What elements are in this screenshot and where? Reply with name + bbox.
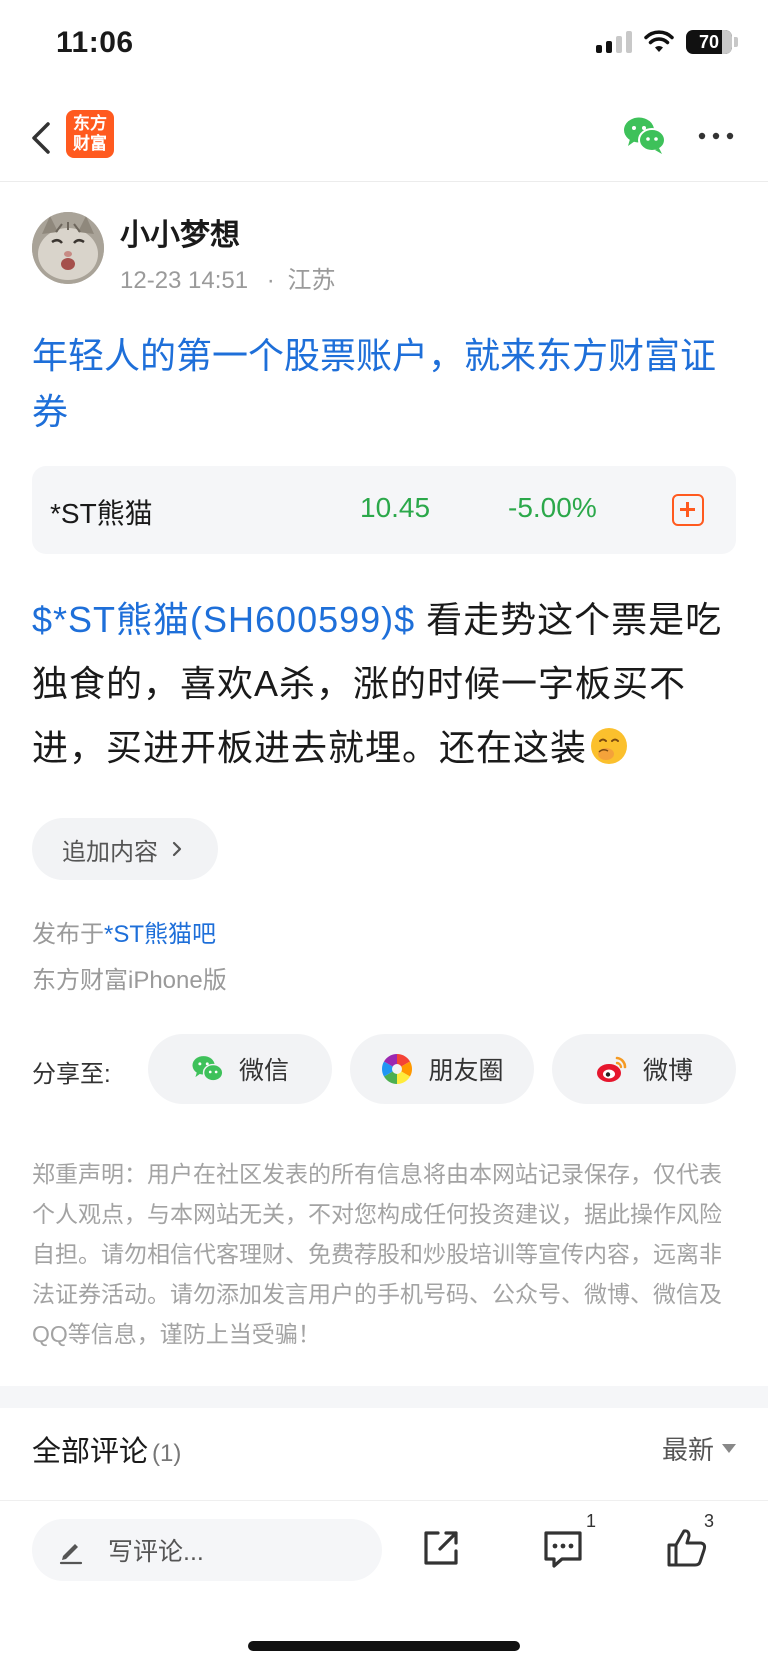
add-watchlist-icon[interactable] [672,494,704,526]
meta-separator: · [266,267,275,294]
stock-price: 10.45 [360,492,431,523]
append-content-button[interactable]: 追加内容 [32,818,218,880]
share-moments-button[interactable]: 朋友圈 [350,1034,534,1104]
disclaimer: 郑重声明：用户在社区发表的所有信息将由本网站记录保存，仅代表个人观点，与本网站无… [32,1161,722,1347]
home-indicator [248,1641,520,1651]
client-info: 东方财富iPhone版 [32,967,227,994]
share-button[interactable] [418,1525,464,1571]
wechat-icon [192,1056,224,1082]
share-weibo-label: 微博 [642,1057,693,1085]
append-content-label: 追加内容 [62,838,158,866]
comments-header: 全部评论 (1) [32,1428,181,1470]
comment-placeholder: 写评论... [108,1538,204,1566]
share-wechat-label: 微信 [238,1057,289,1085]
avatar[interactable] [32,212,104,284]
back-arrow-icon[interactable] [24,116,64,160]
wifi-icon [644,30,674,52]
comment-input[interactable]: 写评论... [32,1519,382,1581]
status-time: 11:06 [56,26,134,59]
share-external-icon [424,1531,458,1565]
share-label: 分享至: [32,1061,111,1088]
published-in: 发布于*ST熊猫吧 [32,914,216,949]
cat-avatar-image [32,212,104,284]
pencil-icon [59,1544,83,1565]
sort-label: 最新 [661,1435,714,1465]
stock-name: *ST熊猫 [50,498,153,529]
post-title[interactable]: 年轻人的第一个股票账户，就来东方财富证券 [32,328,742,440]
author-name[interactable]: 小小梦想 [120,210,240,254]
wechat-icon[interactable] [622,114,668,156]
post-meta: 12-23 14:51 · 江苏 [120,260,335,295]
comments-title: 全部评论 [32,1436,149,1468]
section-divider [0,1386,768,1408]
comment-count-badge: 1 [586,1511,597,1531]
caret-down-icon [722,1444,736,1453]
logo-line-2: 财富 [73,134,107,153]
share-weibo-button[interactable]: 微博 [552,1034,736,1104]
logo-line-1: 东方 [73,114,107,133]
share-wechat-button[interactable]: 微信 [148,1034,332,1104]
comment-button[interactable] [540,1525,586,1571]
post-body: $*ST熊猫(SH600599)$ 看走势这个票是吃独食的，喜欢A杀，涨的时候一… [32,588,744,780]
smirk-emoji-icon [591,728,628,764]
weibo-icon [596,1056,627,1082]
battery-tip [734,37,738,47]
bottom-action-bar: 写评论... 1 3 [0,1500,768,1663]
stock-mention-link[interactable]: $*ST熊猫(SH600599)$ [32,599,415,640]
battery-level: 70 [698,31,720,52]
nav-bar: 东方 财富 [0,96,768,182]
more-icon[interactable] [696,126,736,146]
chevron-right-icon [172,841,182,857]
comments-count: (1) [152,1440,182,1467]
like-count-badge: 3 [704,1511,715,1531]
cellular-signal-icon [596,31,632,53]
stock-bar-link[interactable]: *ST熊猫吧 [104,921,216,948]
share-moments-label: 朋友圈 [428,1057,504,1085]
post-location: 江苏 [287,267,336,294]
stock-change: -5.00% [508,492,597,523]
battery-icon: 70 [686,30,732,54]
sort-dropdown[interactable]: 最新 [662,1430,736,1467]
status-icons: 70 [596,30,738,54]
published-in-prefix: 发布于 [32,921,104,948]
post-time: 12-23 14:51 [120,267,249,294]
moments-icon [382,1054,413,1084]
status-bar: 11:06 70 [0,0,768,96]
stock-card[interactable]: *ST熊猫 10.45 -5.00% [32,466,736,554]
eastmoney-logo[interactable]: 东方 财富 [66,110,114,158]
comment-bubble-icon [544,1531,582,1568]
